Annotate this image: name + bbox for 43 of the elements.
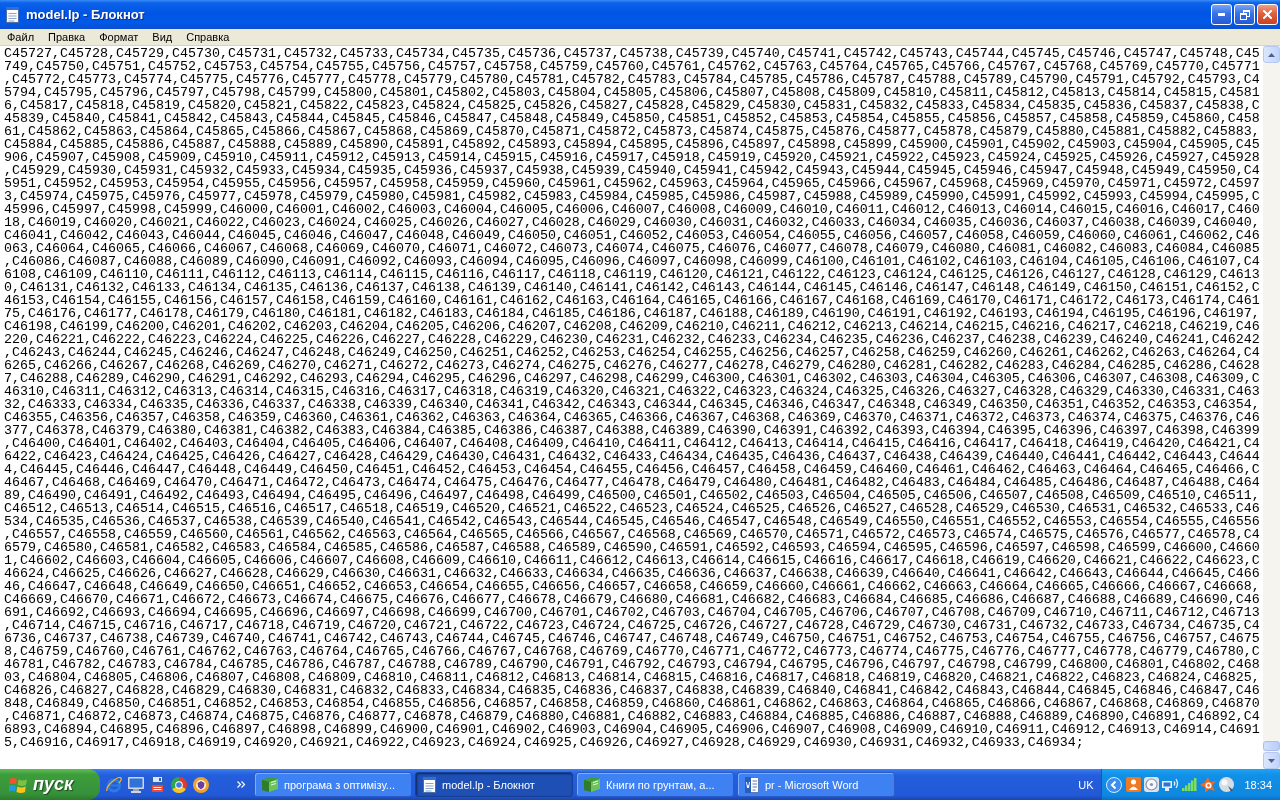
document-text: C45727,C45728,C45729,C45730,C45731,C45732,C45733,C45734,C45735,C45736,C45737,C45738,C45739,C45740,C45741,C45742,C45743,C45744,C45745,C45746,C45747,C45748,C45749,C45750,C45751,C45752,C45753,C45754,C45755,C45756,C45757,C45758,C45759,C45760,C45761,C45762,C45763,C45764,C45765,C45766,C45767,C45768,C45769,C45770,C45771,C45772,C45773,C45774,C45775,C45776,C45777,C45778,C45779,C45780,C45781,C45782,C45783,C45784,C45785,C45786,C45787,C45788,C45789,C45790,C45791,C45792,C45793,C45794,C45795,C45796,C45797,C45798,C45799,C45800,C45801,C45802,C45803,C45804,C45805,C45806,C45807,C45808,C45809,C45810,C45811,C45812,C45813,C45814,C45815,C45816,C45817,C45818,C45819,C45820,C45821,C45822,C45823,C45824,C45825,C45826,C45827,C45828,C45829,C45830,C45831,C45832,C45833,C45834,C45835,C45836,C45837,C45838,C45839,C45840,C45841,C45842,C45843,C45844,C45845,C45846,C45847,C45848,C45849,C45850,C45851,C45852,C45853,C45854,C45855,C45856,C45857,C45858,C45859,C45860,C45861,C45862,C45863,C45864,C45865,C45866,C45867,C45868,C45869,C45870,C45871,C45872,C45873,C45874,C45875,C45876,C45877,C45878,C45879,C45880,C45881,C45882,C45883,C45884,C45885,C45886,C45887,C45888,C45889,C45890,C45891,C45892,C45893,C45894,C45895,C45896,C45897,C45898,C45899,C45900,C45901,C45902,C45903,C45904,C45905,C45906,C45907,C45908,C45909,C45910,C45911,C45912,C45913,C45914,C45915,C45916,C45917,C45918,C45919,C45920,C45921,C45922,C45923,C45924,C45925,C45926,C45927,C45928,C45929,C45930,C45931,C45932,C45933,C45934,C45935,C45936,C45937,C45938,C45939,C45940,C45941,C45942,C45943,C45944,C45945,C45946,C45947,C45948,C45949,C45950,C45951,C45952,C45953,C45954,C45955,C45956,C45957,C45958,C45959,C45960,C45961,C45962,C45963,C45964,C45965,C45966,C45967,C45968,C45969,C45970,C45971,C45972,C45973,C45974,C45975,C45976,C45977,C45978,C45979,C45980,C45981,C45982,C45983,C45984,C45985,C45986,C45987,C45988,C45989,C45990,C45991,C45992,C45993,C45994,C45995,C45996,C45997,C45998,C45999,C46000,C46001,C46002,C46003,C46004,C46005,C46006,C46007,C46008,C46009,C46010,C46011,C46012,C46013,C46014,C46015,C46016,C46017,C46018,C46019,C46020,C46021,C46022,C46023,C46024,C46025,C46026,C46027,C46028,C46029,C46030,C46031,C46032,C46033,C46034,C46035,C46036,C46037,C46038,C46039,C46040,C46041,C46042,C46043,C46044,C46045,C46046,C46047,C46048,C46049,C46050,C46051,C46052,C46053,C46054,C46055,C46056,C46057,C46058,C46059,C46060,C46061,C46062,C46063,C46064,C46065,C46066,C46067,C46068,C46069,C46070,C46071,C46072,C46073,C46074,C46075,C46076,C46077,C46078,C46079,C46080,C46081,C46082,C46083,C46084,C46085,C46086,C46087,C46088,C46089,C46090,C46091,C46092,C46093,C46094,C46095,C46096,C46097,C46098,C46099,C46100,C46101,C46102,C46103,C46104,C46105,C46106,C46107,C46108,C46109,C46110,C46111,C46112,C46113,C46114,C46115,C46116,C46117,C46118,C46119,C46120,C46121,C46122,C46123,C46124,C46125,C46126,C46127,C46128,C46129,C46130,C46131,C46132,C46133,C46134,C46135,C46136,C46137,C46138,C46139,C46140,C46141,C46142,C46143,C46144,C46145,C46146,C46147,C46148,C46149,C46150,C46151,C46152,C46153,C46154,C46155,C46156,C46157,C46158,C46159,C46160,C46161,C46162,C46163,C46164,C46165,C46166,C46167,C46168,C46169,C46170,C46171,C46172,C46173,C46174,C46175,C46176,C46177,C46178,C46179,C46180,C46181,C46182,C46183,C46184,C46185,C46186,C46187,C46188,C46189,C46190,C46191,C46192,C46193,C46194,C46195,C46196,C46197,C46198,C46199,C46200,C46201,C46202,C46203,C46204,C46205,C46206,C46207,C46208,C46209,C46210,C46211,C46212,C46213,C46214,C46215,C46216,C46217,C46218,C46219,C46220,C46221,C46222,C46223,C46224,C46225,C46226,C46227,C46228,C46229,C46230,C46231,C46232,C46233,C46234,C46235,C46236,C46237,C46238,C46239,C46240,C46241,C46242,C46243,C46244,C46245,C46246,C46247,C46248,C46249,C46250,C46251,C46252,C46253,C46254,C46255,C46256,C46257,C46258,C46259,C46260,C46261,C46262,C46263,C46264,C46265,C46266,C46267,C46268,C46269,C46270,C46271,C46272,C46273,C46274,C46275,C46276,C46277,C46278,C46279,C46280,C46281,C46282,C46283,C46284,C46285,C46286,C46287,C46288,C46289,C46290,C46291,C46292,C46293,C46294,C46295,C46296,C46297,C46298,C46299,C46300,C46301,C46302,C46303,C46304,C46305,C46306,C46307,C46308,C46309,C46310,C46311,C46312,C46313,C46314,C46315,C46316,C46317,C46318,C46319,C46320,C46321,C46322,C46323,C46324,C46325,C46326,C46327,C46328,C46329,C46330,C46331,C46332,C46333,C46334,C46335,C46336,C46337,C46338,C46339,C46340,C46341,C46342,C46343,C46344,C46345,C46346,C46347,C46348,C46349,C46350,C46351,C46352,C46353,C46354,C46355,C46356,C46357,C46358,C46359,C46360,C46361,C46362,C46363,C46364,C46365,C46366,C46367,C46368,C46369,C46370,C46371,C46372,C46373,C46374,C46375,C46376,C46377,C46378,C46379,C46380,C46381,C46382,C46383,C46384,C46385,C46386,C46387,C46388,C46389,C46390,C46391,C46392,C46393,C46394,C46395,C46396,C46397,C46398,C46399,C46400,C46401,C46402,C46403,C46404,C46405,C46406,C46407,C46408,C46409,C46410,C46411,C46412,C46413,C46414,C46415,C46416,C46417,C46418,C46419,C46420,C46421,C46422,C46423,C46424,C46425,C46426,C46427,C46428,C46429,C46430,C46431,C46432,C46433,C46434,C46435,C46436,C46437,C46438,C46439,C46440,C46441,C46442,C46443,C46444,C46445,C46446,C46447,C46448,C46449,C46450,C46451,C46452,C46453,C46454,C46455,C46456,C46457,C46458,C46459,C46460,C46461,C46462,C46463,C46464,C46465,C46466,C46467,C46468,C46469,C46470,C46471,C46472,C46473,C46474,C46475,C46476,C46477,C46478,C46479,C46480,C46481,C46482,C46483,C46484,C46485,C46486,C46487,C46488,C46489,C46490,C46491,C46492,C46493,C46494,C46495,C46496,C46497,C46498,C46499,C46500,C46501,C46502,C46503,C46504,C46505,C46506,C46507,C46508,C46509,C46510,C46511,C46512,C46513,C46514,C46515,C46516,C46517,C46518,C46519,C46520,C46521,C46522,C46523,C46524,C46525,C46526,C46527,C46528,C46529,C46530,C46531,C46532,C46533,C46534,C46535,C46536,C46537,C46538,C46539,C46540,C46541,C46542,C46543,C46544,C46545,C46546,C46547,C46548,C46549,C46550,C46551,C46552,C46553,C46554,C46555,C46556,C46557,C46558,C46559,C46560,C46561,C46562,C46563,C46564,C46565,C46566,C46567,C46568,C46569,C46570,C46571,C46572,C46573,C46574,C46575,C46576,C46577,C46578,C46579,C46580,C46581,C46582,C46583,C46584,C46585,C46586,C46587,C46588,C46589,C46590,C46591,C46592,C46593,C46594,C46595,C46596,C46597,C46598,C46599,C46600,C46601,C46602,C46603,C46604,C46605,C46606,C46607,C46608,C46609,C46610,C46611,C46612,C46613,C46614,C46615,C46616,C46617,C46618,C46619,C46620,C46621,C46622,C46623,C46624,C46625,C46626,C46627,C46628,C46629,C46630,C46631,C46632,C46633,C46634,C46635,C46636,C46637,C46638,C46639,C46640,C46641,C46642,C46643,C46644,C46645,C46646,C46647,C46648,C46649,C46650,C46651,C46652,C46653,C46654,C46655,C46656,C46657,C46658,C46659,C46660,C46661,C46662,C46663,C46664,C46665,C46666,C46667,C46668,C46669,C46670,C46671,C46672,C46673,C46674,C46675,C46676,C46677,C46678,C46679,C46680,C46681,C46682,C46683,C46684,C46685,C46686,C46687,C46688,C46689,C46690,C46691,C46692,C46693,C46694,C46695,C46696,C46697,C46698,C46699,C46700,C46701,C46702,C46703,C46704,C46705,C46706,C46707,C46708,C46709,C46710,C46711,C46712,C46713,C46714,C46715,C46716,C46717,C46718,C46719,C46720,C46721,C46722,C46723,C46724,C46725,C46726,C46727,C46728,C46729,C46730,C46731,C46732,C46733,C46734,C46735,C46736,C46737,C46738,C46739,C46740,C46741,C46742,C46743,C46744,C46745,C46746,C46747,C46748,C46749,C46750,C46751,C46752,C46753,C46754,C46755,C46756,C46757,C46758,C46759,C46760,C46761,C46762,C46763,C46764,C46765,C46766,C46767,C46768,C46769,C46770,C46771,C46772,C46773,C46774,C46775,C46776,C46777,C46778,C46779,C46780,C46781,C46782,C46783,C46784,C46785,C46786,C46787,C46788,C46789,C46790,C46791,C46792,C46793,C46794,C46795,C46796,C46797,C46798,C46799,C46800,C46801,C46802,C46803,C46804,C46805,C46806,C46807,C46808,C46809,C46810,C46811,C46812,C46813,C46814,C46815,C46816,C46817,C46818,C46819,C46820,C46821,C46822,C46823,C46824,C46825,C46826,C46827,C46828,C46829,C46830,C46831,C46832,C46833,C46834,C46835,C46836,C46837,C46838,C46839,C46840,C46841,C46842,C46843,C46844,C46845,C46846,C46847,C46848,C46849,C46850,C46851,C46852,C46853,C46854,C46855,C46856,C46857,C46858,C46859,C46860,C46861,C46862,C46863,C46864,C46865,C46866,C46867,C46868,C46869,C46870,C46871,C46872,C46873,C46874,C46875,C46876,C46877,C46878,C46879,C46880,C46881,C46882,C46883,C46884,C46885,C46886,C46887,C46888,C46889,C46890,C46891,C46892,C46893,C46894,C46895,C46896,C46897,C46898,C46899,C46900,C46901,C46902,C46903,C46904,C46905,C46906,C46907,C46908,C46909,C46910,C46911,C46912,C46913,C46914,C46915,C46916,C46917,C46918,C46919,C46920,C46921,C46922,C46923,C46924,C46925,C46926,C46927,C46928,C46929,C46930,C46931,C46932,C46933,C46934; [4,47,1261,749]
minimize-icon [1218,13,1225,16]
restore-button[interactable] [1234,4,1255,25]
chevron-left-icon[interactable] [1106,776,1123,793]
segmented-circle-icon[interactable] [171,776,187,793]
flag-icon [9,776,27,793]
close-icon [1263,10,1272,19]
caret-up-icon [1268,52,1275,57]
language-indicator[interactable]: UK [1078,778,1094,791]
book-icon [262,777,278,792]
scroll-thumb[interactable] [1263,741,1280,751]
scroll-up-button[interactable] [1263,46,1280,63]
taskbar-button[interactable]: Книги по грунтам, а... [576,772,734,797]
restore-icon [1239,9,1250,20]
start-button[interactable]: пуск [0,769,100,800]
scroll-down-button[interactable] [1263,752,1280,769]
window-title: model.lp - Блокнот [26,7,145,22]
menu-item[interactable]: Формат [92,29,146,45]
book-icon [584,777,600,792]
minimize-button[interactable] [1211,4,1232,25]
letter-e-icon[interactable] [106,776,122,793]
taskbar-button[interactable]: model.lp - Блокнот [415,772,573,797]
vertical-scrollbar[interactable] [1263,46,1280,769]
taskbar-button[interactable]: програма з оптимізу... [254,772,412,797]
monitor-waves-icon[interactable] [1162,778,1180,791]
notepad-icon [423,776,436,793]
double-chevron-icon[interactable] [237,781,246,788]
clock: 18:34 [1244,778,1272,791]
notepad-icon [6,6,19,23]
disc-icon[interactable] [1144,777,1160,792]
menu-item[interactable]: Справка [179,29,237,45]
sphere-icon[interactable] [1219,777,1235,792]
close-button[interactable] [1257,4,1278,25]
document-icon [745,776,759,793]
menu-item[interactable]: Вид [145,29,180,45]
person-tile-icon[interactable] [1126,777,1142,792]
burst-icon[interactable] [1200,776,1217,793]
menu-item[interactable]: Правка [41,29,93,45]
menu-item[interactable]: Файл [0,29,42,45]
monitor-icon[interactable] [128,776,144,793]
round-badge-icon[interactable] [193,776,209,793]
caret-down-icon [1268,758,1275,763]
taskbar-button[interactable]: pr - Microsoft Word [737,772,895,797]
